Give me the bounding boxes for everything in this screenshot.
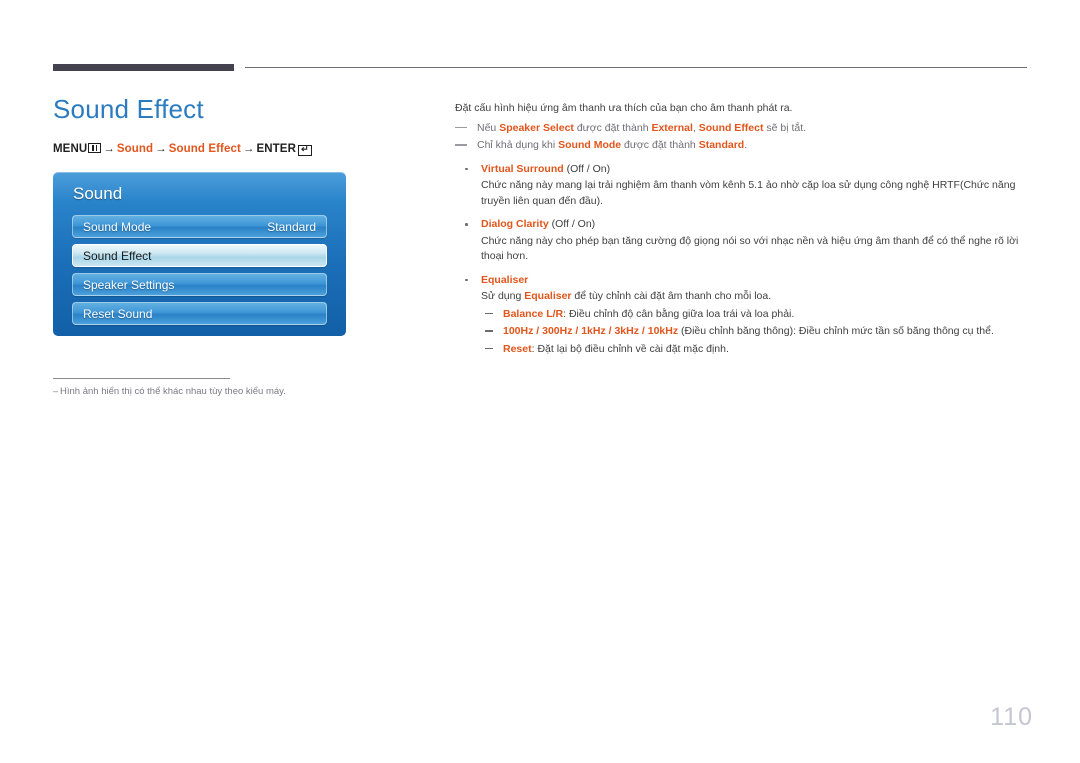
note-text-part: được đặt thành xyxy=(573,121,652,134)
bullet-title-text: Virtual Surround xyxy=(481,162,564,175)
menu-path-arrow-1: → xyxy=(103,143,115,155)
note-speaker-select: Nếu Speaker Select được đặt thành Extern… xyxy=(455,121,1030,137)
osd-row-label: Sound Effect xyxy=(83,249,152,263)
menu-path-item-sound-effect[interactable]: Sound Effect xyxy=(169,143,241,155)
note-accent-speaker-select: Speaker Select xyxy=(499,121,574,134)
osd-row-reset-sound[interactable]: Reset Sound xyxy=(72,302,327,325)
bullet-virtual-surround: Virtual Surround (Off / On) Chức năng nà… xyxy=(455,162,1030,210)
note-text-part: sẽ bị tắt. xyxy=(763,121,807,134)
sub-item-balance-lr: Balance L/R: Điều chỉnh độ cân bằng giữa… xyxy=(481,307,1030,323)
menu-path-arrow-3: → xyxy=(242,143,255,155)
bullet-dot-icon xyxy=(465,278,468,281)
sub-dash-icon xyxy=(485,330,493,332)
note-accent-external: External xyxy=(651,121,693,134)
page-number: 110 xyxy=(990,703,1033,731)
header-rules xyxy=(53,64,1027,72)
enter-arrow-glyph: ↵ xyxy=(301,144,309,154)
note-text-part: Chỉ khả dụng khi xyxy=(477,139,559,151)
page-title: Sound Effect xyxy=(53,94,204,124)
header-rule-thin xyxy=(245,67,1027,68)
bullet-title: Virtual Surround (Off / On) xyxy=(481,162,1030,178)
enter-key-icon: ↵ xyxy=(297,144,312,156)
bullet-title-options: (Off / On) xyxy=(563,162,611,175)
content-column: Đặt cấu hình hiệu ứng âm thanh ưa thích … xyxy=(455,101,1030,357)
left-column: Sound Effect MENU → Sound → Sound Effect → ENT… xyxy=(53,93,433,336)
note-sound-mode: Chỉ khả dụng khi Sound Mode được đặt thà… xyxy=(455,138,1030,154)
footnote-body: Hình ảnh hiển thị có thể khác nhau tùy t… xyxy=(60,386,286,397)
note-accent-sound-effect: Sound Effect xyxy=(698,121,764,134)
sub-item-reset: Reset: Đặt lại bộ điều chỉnh về cài đặt … xyxy=(481,342,1030,358)
note-text-part: được đặt thành xyxy=(621,139,699,151)
osd-row-speaker-settings[interactable]: Speaker Settings xyxy=(72,273,327,296)
equaliser-body-accent: Equaliser xyxy=(524,290,572,302)
em-dash-icon xyxy=(455,126,467,129)
sub-item-accent: 100Hz / 300Hz / 1kHz / 3kHz / 10kHz xyxy=(503,325,679,337)
sub-item-text: : Đặt lại bộ điều chỉnh về cài đặt mặc đ… xyxy=(531,342,729,355)
osd-row-sound-mode[interactable]: Sound Mode Standard xyxy=(72,215,327,238)
note-text-part: Nếu xyxy=(477,121,500,134)
osd-sound-menu-panel: Sound Sound Mode Standard Sound Effect S… xyxy=(53,172,346,336)
bullet-title: Equaliser xyxy=(481,273,529,286)
menu-path-menu-label: MENU xyxy=(53,143,88,155)
bullet-body: Chức năng này cho phép bạn tăng cường độ… xyxy=(481,234,1019,263)
menu-path-breadcrumb: MENU → Sound → Sound Effect → ENTER ↵ xyxy=(53,143,433,156)
bullet-title-text: Dialog Clarity xyxy=(481,218,549,230)
footnote-text: – Hình ảnh hiển thị có thể khác nhau tùy … xyxy=(53,386,383,397)
footnote: – Hình ảnh hiển thị có thể khác nhau tùy … xyxy=(53,378,383,397)
osd-row-value: Standard xyxy=(267,220,316,234)
sub-dash-icon xyxy=(485,347,493,350)
osd-menu-list: Sound Mode Standard Sound Effect Speaker… xyxy=(72,215,327,331)
osd-panel-title: Sound xyxy=(73,184,123,203)
note-accent-standard: Standard xyxy=(698,139,745,151)
osd-row-label: Sound Mode xyxy=(83,220,152,234)
note-accent-sound-mode: Sound Mode xyxy=(558,139,622,151)
sub-item-accent: Reset xyxy=(503,342,532,355)
osd-row-label: Speaker Settings xyxy=(83,278,175,292)
menu-path-arrow-2: → xyxy=(155,143,167,155)
sub-dash-icon xyxy=(485,312,493,315)
bullet-dialog-clarity: Dialog Clarity (Off / On) Chức năng này … xyxy=(455,217,1030,265)
bullet-title-options: (Off / On) xyxy=(548,218,596,230)
footnote-dash: – xyxy=(53,386,59,397)
intro-paragraph: Đặt cấu hình hiệu ứng âm thanh ưa thích … xyxy=(455,102,793,114)
sub-item-text: (Điều chỉnh băng thông): Điều chỉnh mức … xyxy=(678,325,994,337)
bullet-dot-icon xyxy=(465,223,468,226)
osd-row-label: Reset Sound xyxy=(83,307,153,321)
footnote-separator xyxy=(53,378,230,379)
sub-item-text: : Điều chỉnh độ cân bằng giữa loa trái v… xyxy=(563,307,795,320)
bullet-equaliser: Equaliser Sử dụng Equaliser để tùy chỉnh… xyxy=(455,273,1030,358)
sub-item-accent: Balance L/R xyxy=(503,307,564,320)
equaliser-body-pre: Sử dụng xyxy=(481,290,525,302)
bullet-title: Dialog Clarity (Off / On) xyxy=(481,217,1030,233)
sub-item-frequency-bands: 100Hz / 300Hz / 1kHz / 3kHz / 10kHz (Điề… xyxy=(481,324,1030,340)
osd-row-sound-effect[interactable]: Sound Effect xyxy=(72,244,327,267)
menu-path-enter-label: ENTER xyxy=(256,143,296,155)
bullet-dot-icon xyxy=(465,167,468,170)
equaliser-body-post: để tùy chỉnh cài đặt âm thanh cho mỗi lo… xyxy=(571,290,772,302)
bullet-body: Chức năng này mang lại trải nghiệm âm th… xyxy=(481,179,1016,207)
menu-path-item-sound[interactable]: Sound xyxy=(117,143,153,155)
note-text-part: . xyxy=(744,139,748,151)
em-dash-icon xyxy=(455,144,467,146)
bullet-body: Sử dụng Equaliser để tùy chỉnh cài đặt â… xyxy=(481,289,1030,305)
menu-icon xyxy=(88,143,102,153)
header-rule-thick xyxy=(53,64,234,71)
